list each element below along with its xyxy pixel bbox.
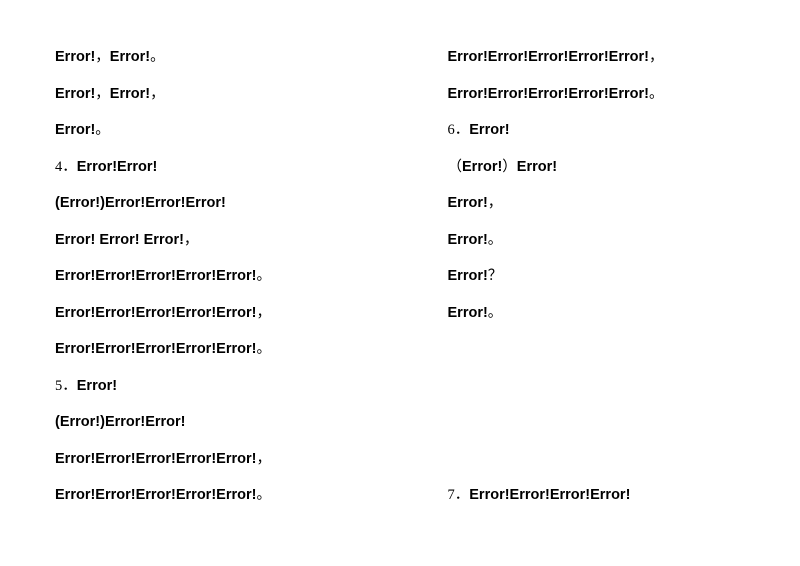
text-segment: 。 (488, 305, 503, 321)
text-segment: 6． (448, 122, 470, 138)
text-segment: Error!Error!Error!Error!Error! (55, 305, 256, 321)
text-line (448, 379, 751, 394)
text-segment: ） (502, 159, 517, 175)
text-line: 5．Error! (55, 379, 358, 394)
text-line: Error!Error!Error!Error!Error!， (55, 306, 358, 321)
text-segment: 5． (55, 378, 77, 394)
text-segment: Error! (110, 86, 150, 102)
text-segment: Error! (448, 268, 488, 284)
text-segment: Error! Error! Error! (55, 232, 184, 248)
text-segment: Error! (448, 195, 488, 211)
text-line: Error!Error!Error!Error!Error!， (55, 452, 358, 467)
text-line: Error!。 (448, 233, 751, 248)
text-segment: Error!Error!Error!Error!Error! (55, 341, 256, 357)
text-segment: Error! (469, 122, 509, 138)
text-segment: Error! (55, 49, 95, 65)
text-line: Error!，Error!， (55, 87, 358, 102)
text-segment: ？ (488, 268, 503, 284)
text-segment: Error!Error!Error!Error! (469, 487, 630, 503)
text-line: Error!， (448, 196, 751, 211)
document-columns: Error!，Error!。Error!，Error!，Error!。4．Err… (55, 50, 750, 516)
text-segment: Error! (517, 159, 557, 175)
text-segment: Error!Error! (77, 159, 158, 175)
text-line (448, 342, 751, 357)
text-segment: ， (256, 451, 271, 467)
text-line: Error!？ (448, 269, 751, 284)
text-line: 4．Error!Error! (55, 160, 358, 175)
text-segment: Error! (77, 378, 117, 394)
text-segment: Error! (462, 159, 502, 175)
text-segment: ， (184, 232, 199, 248)
text-segment: 。 (256, 487, 271, 503)
text-segment: Error!Error!Error!Error!Error! (55, 451, 256, 467)
text-line (448, 452, 751, 467)
text-segment: 。 (95, 122, 110, 138)
text-line (448, 415, 751, 430)
text-line: Error!Error!Error!Error!Error!。 (55, 342, 358, 357)
text-segment: Error! (110, 49, 150, 65)
text-line: Error!。 (448, 306, 751, 321)
text-line: 6．Error! (448, 123, 751, 138)
right-column: Error!Error!Error!Error!Error!，Error!Err… (448, 50, 751, 516)
text-line: (Error!)Error!Error!Error! (55, 196, 358, 211)
text-segment: Error!Error!Error!Error!Error! (55, 268, 256, 284)
text-segment: （ (448, 159, 463, 175)
text-segment: Error!Error!Error!Error!Error! (448, 49, 649, 65)
text-segment: Error! (448, 232, 488, 248)
text-segment: (Error!)Error!Error!Error! (55, 195, 226, 211)
text-segment: Error!Error!Error!Error!Error! (448, 86, 649, 102)
text-segment: ， (150, 86, 165, 102)
left-column: Error!，Error!。Error!，Error!，Error!。4．Err… (55, 50, 358, 516)
text-line: Error!。 (55, 123, 358, 138)
text-segment: Error! (55, 122, 95, 138)
text-segment: ， (95, 49, 110, 65)
text-segment: ， (488, 195, 503, 211)
text-line: Error!Error!Error!Error!Error!， (448, 50, 751, 65)
text-segment: 。 (256, 268, 271, 284)
text-segment: 。 (150, 49, 165, 65)
text-line: Error! Error! Error!， (55, 233, 358, 248)
text-segment: ， (256, 305, 271, 321)
text-line: Error!Error!Error!Error!Error!。 (55, 488, 358, 503)
text-segment: 7． (448, 487, 470, 503)
text-segment: 。 (488, 232, 503, 248)
text-segment: Error! (448, 305, 488, 321)
text-segment: Error! (55, 86, 95, 102)
text-line: Error!Error!Error!Error!Error!。 (55, 269, 358, 284)
text-segment: (Error!)Error!Error! (55, 414, 186, 430)
text-line: Error!Error!Error!Error!Error!。 (448, 87, 751, 102)
text-line: 7．Error!Error!Error!Error! (448, 488, 751, 503)
text-line: Error!，Error!。 (55, 50, 358, 65)
text-segment: ， (95, 86, 110, 102)
text-line: (Error!)Error!Error! (55, 415, 358, 430)
text-line: （Error!）Error! (448, 160, 751, 175)
text-segment: 。 (649, 86, 664, 102)
text-segment: 4． (55, 159, 77, 175)
text-segment: Error!Error!Error!Error!Error! (55, 487, 256, 503)
text-segment: ， (649, 49, 664, 65)
text-segment: 。 (256, 341, 271, 357)
